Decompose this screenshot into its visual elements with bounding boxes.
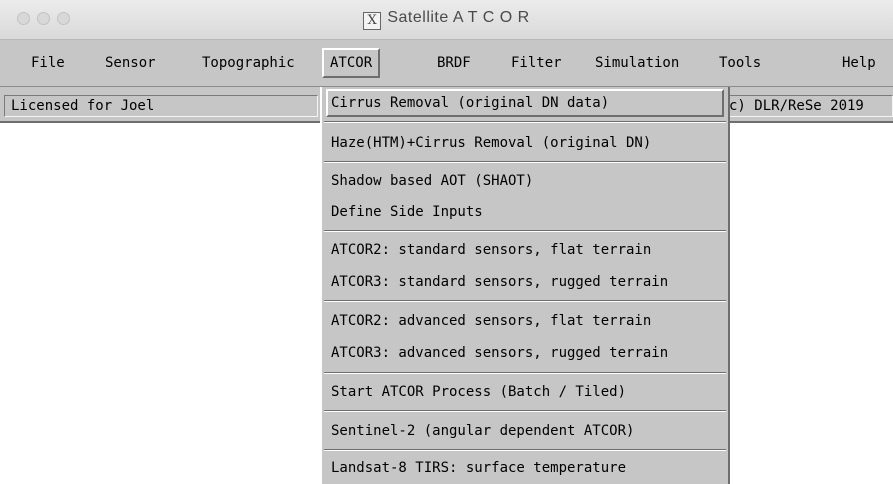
title-bar: X Satellite A T C O R — [0, 0, 893, 40]
menu-atcor[interactable]: ATCOR — [322, 48, 381, 78]
window-title: Satellite A T C O R — [387, 9, 530, 26]
menu-topographic[interactable]: Topographic — [196, 50, 301, 76]
menu-item-sentinel-2[interactable]: Sentinel-2 (angular dependent ATCOR) — [326, 417, 724, 445]
menu-item-landsat-8-tirs[interactable]: Landsat-8 TIRS: surface temperature — [326, 454, 724, 482]
license-field: Licensed for Joel — [4, 95, 318, 117]
menu-separator — [324, 372, 726, 374]
menu-item-atcor3-advanced[interactable]: ATCOR3: advanced sensors, rugged terrain — [326, 339, 724, 367]
copyright-field: c) DLR/ReSe 2019 — [726, 95, 893, 117]
menu-brdf[interactable]: BRDF — [431, 50, 477, 76]
menu-separator — [324, 449, 726, 451]
menu-item-start-atcor-process[interactable]: Start ATCOR Process (Batch / Tiled) — [326, 378, 724, 406]
menu-separator — [324, 121, 726, 123]
menu-help[interactable]: Help — [836, 50, 882, 76]
menu-item-shadow-aot[interactable]: Shadow based AOT (SHAOT) — [326, 167, 724, 195]
menu-sensor[interactable]: Sensor — [99, 50, 162, 76]
menu-file[interactable]: File — [25, 50, 71, 76]
menu-item-atcor3-standard[interactable]: ATCOR3: standard sensors, rugged terrain — [326, 268, 724, 296]
menu-separator — [324, 230, 726, 232]
menu-separator — [324, 161, 726, 163]
x11-app-icon: X — [363, 12, 382, 30]
menu-separator — [324, 300, 726, 302]
window-title-group: X Satellite A T C O R — [0, 9, 893, 30]
menu-bar: File Sensor Topographic ATCOR BRDF Filte… — [0, 40, 893, 87]
menu-item-define-side-inputs[interactable]: Define Side Inputs — [326, 198, 724, 226]
menu-simulation[interactable]: Simulation — [589, 50, 685, 76]
menu-item-atcor2-standard[interactable]: ATCOR2: standard sensors, flat terrain — [326, 236, 724, 264]
menu-tools[interactable]: Tools — [713, 50, 767, 76]
menu-item-haze-cirrus-removal[interactable]: Haze(HTM)+Cirrus Removal (original DN) — [326, 129, 724, 157]
menu-item-atcor2-advanced[interactable]: ATCOR2: advanced sensors, flat terrain — [326, 307, 724, 335]
menu-separator — [324, 410, 726, 412]
atcor-dropdown-menu: Cirrus Removal (original DN data) Haze(H… — [320, 87, 730, 484]
menu-item-cirrus-removal[interactable]: Cirrus Removal (original DN data) — [326, 89, 724, 117]
menu-filter[interactable]: Filter — [505, 50, 568, 76]
